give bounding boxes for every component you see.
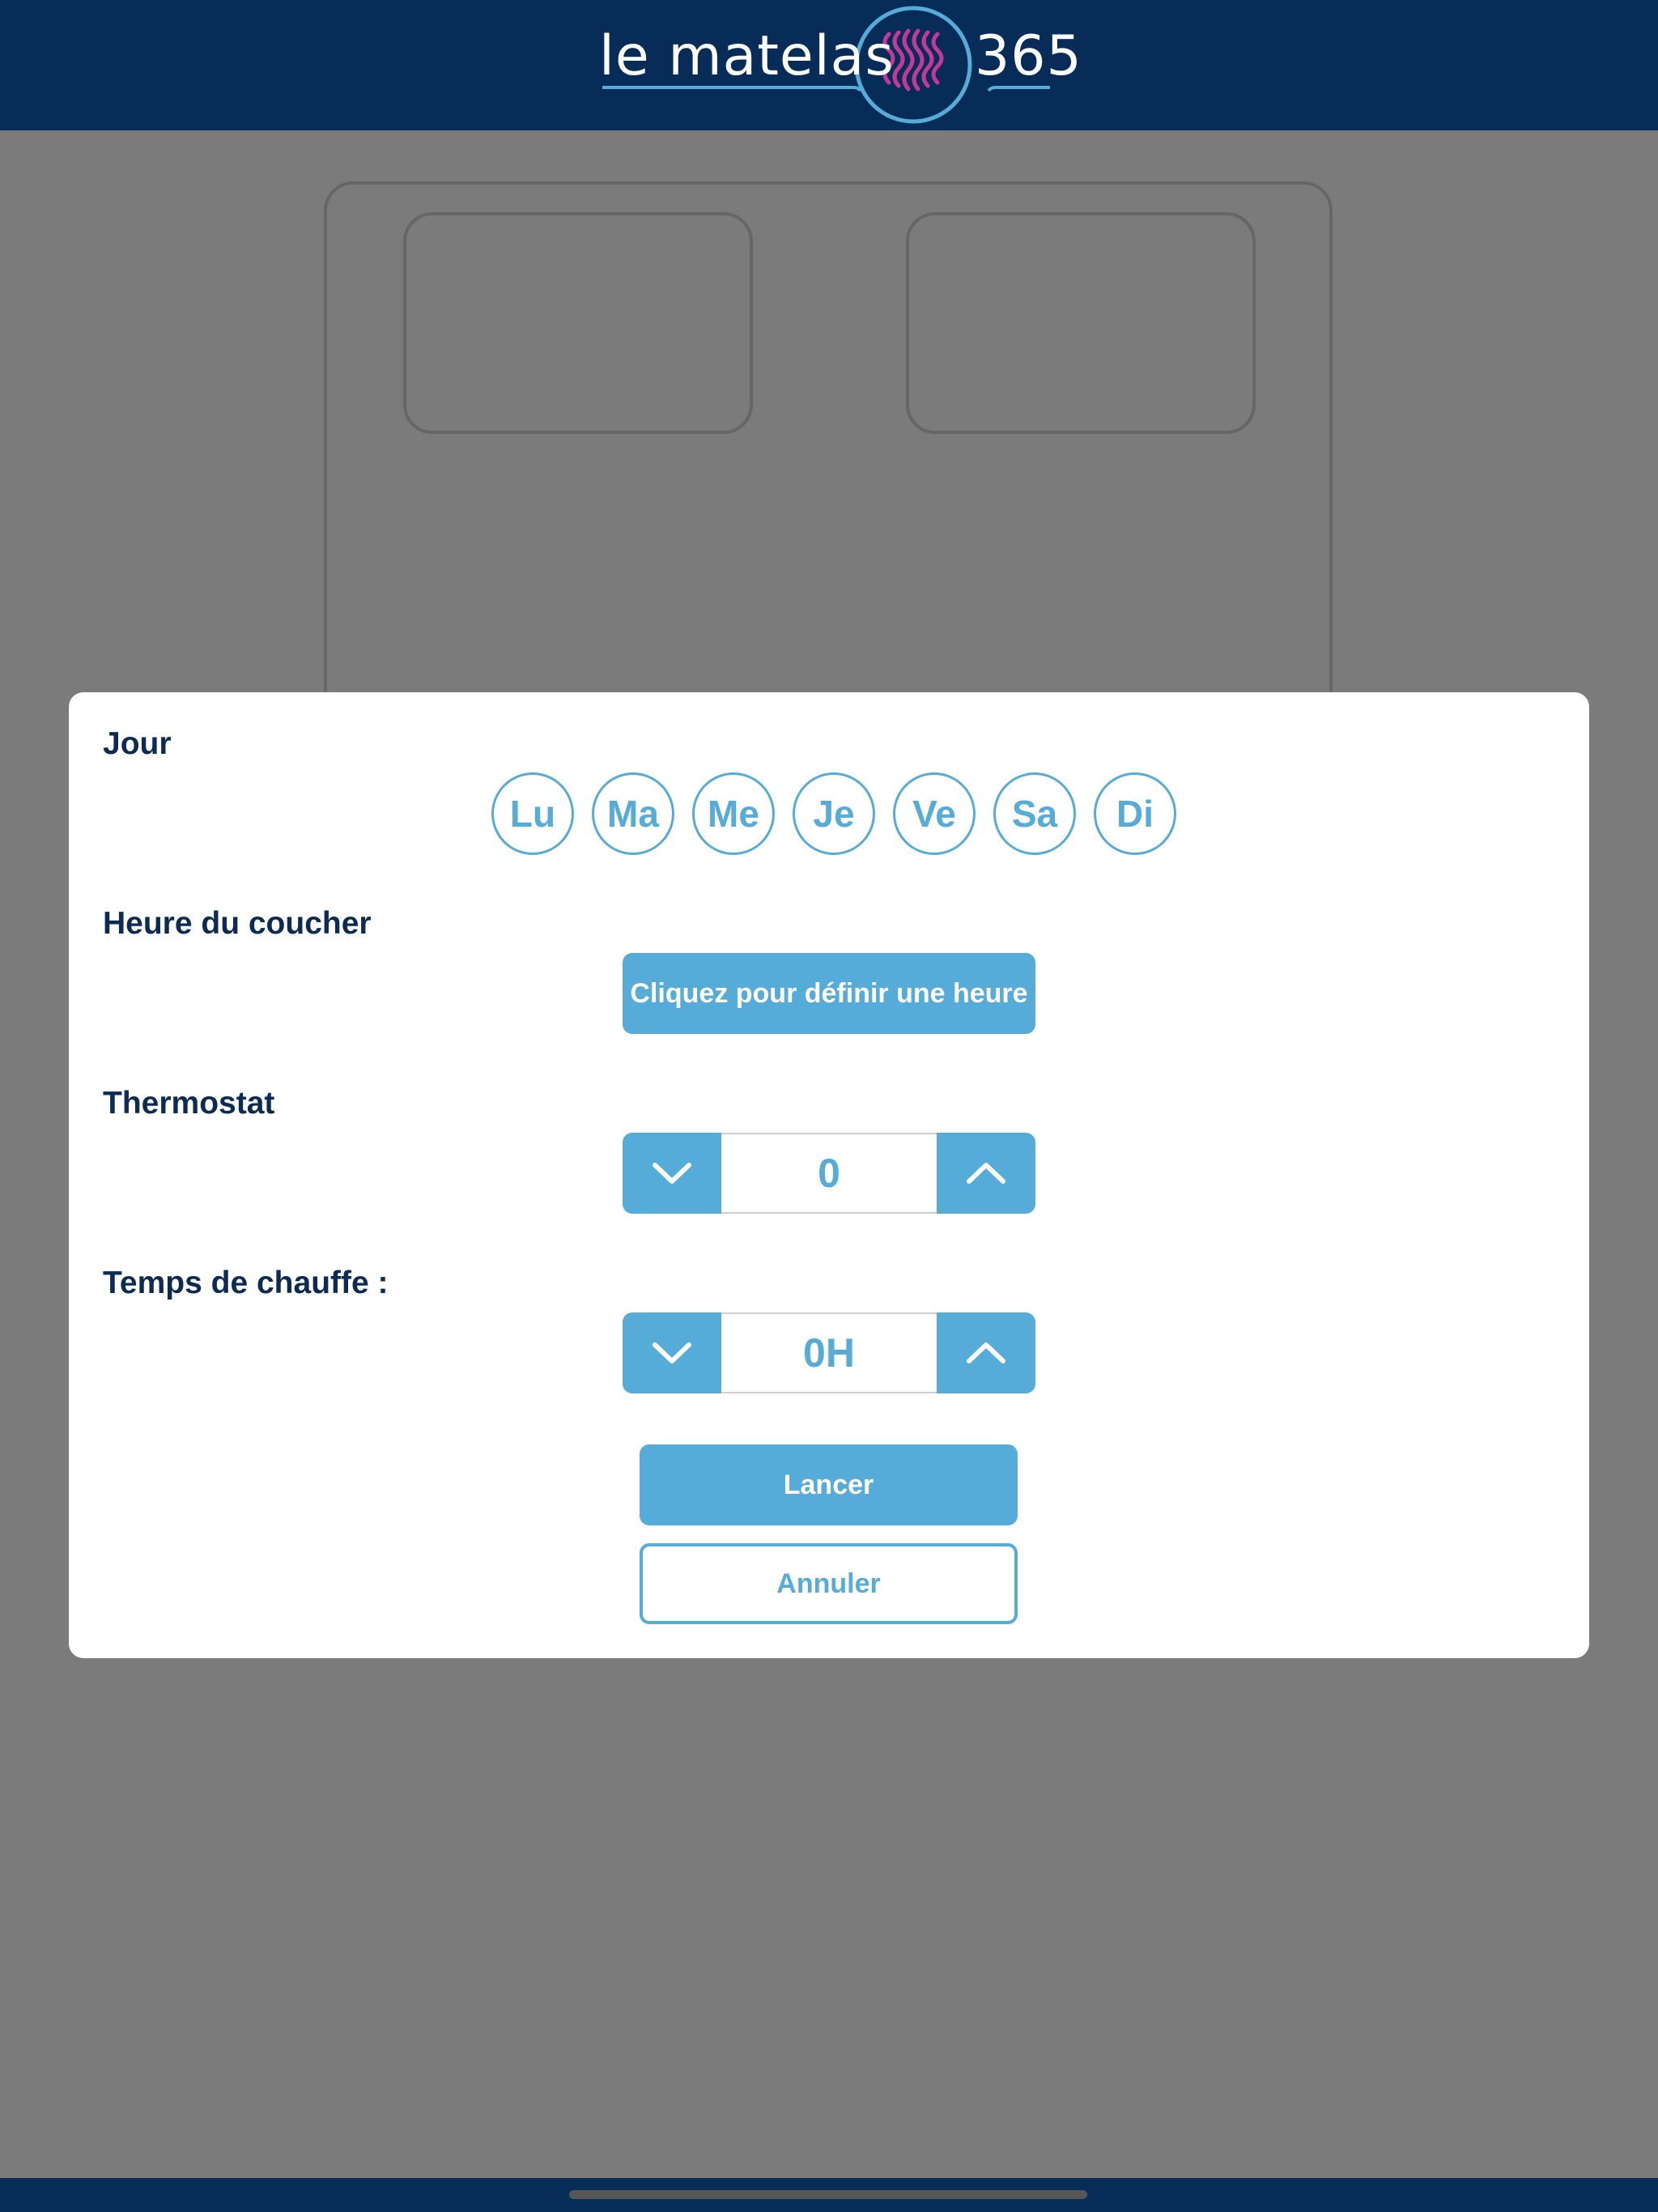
day-button-monday[interactable]: Lu	[491, 772, 574, 855]
day-section-label: Jour	[103, 726, 172, 761]
thermostat-value: 0	[721, 1133, 937, 1214]
logo-text-left: le matelas	[599, 24, 895, 88]
day-selector: Lu Ma Me Je Ve Sa Di	[491, 772, 1176, 855]
chevron-down-icon	[653, 1163, 691, 1184]
app-header: le matelas 365	[0, 0, 1658, 130]
logo-text-right: 365	[975, 24, 1082, 88]
pillow-left	[403, 212, 753, 434]
chevron-down-icon	[653, 1342, 691, 1363]
thermostat-label: Thermostat	[103, 1086, 275, 1121]
heating-time-label: Temps de chauffe :	[103, 1266, 389, 1300]
heating-time-decrement-button[interactable]	[623, 1312, 721, 1393]
day-button-wednesday[interactable]: Me	[692, 772, 775, 855]
schedule-modal: Jour Lu Ma Me Je Ve Sa Di Heure du couch…	[69, 692, 1589, 1658]
home-indicator[interactable]	[569, 2190, 1087, 2199]
thermostat-stepper: 0	[623, 1133, 1035, 1214]
chevron-up-icon	[967, 1163, 1005, 1184]
heating-time-increment-button[interactable]	[937, 1312, 1035, 1393]
thermostat-decrement-button[interactable]	[623, 1133, 721, 1214]
set-bedtime-button[interactable]: Cliquez pour définir une heure	[623, 953, 1035, 1034]
cancel-button[interactable]: Annuler	[640, 1543, 1018, 1624]
launch-button[interactable]: Lancer	[640, 1444, 1018, 1525]
thermostat-increment-button[interactable]	[937, 1133, 1035, 1214]
pillow-right	[906, 212, 1256, 434]
chevron-up-icon	[967, 1342, 1005, 1363]
brand-logo: le matelas 365	[591, 0, 1082, 130]
day-button-saturday[interactable]: Sa	[993, 772, 1076, 855]
bedtime-label: Heure du coucher	[103, 906, 372, 941]
day-button-tuesday[interactable]: Ma	[592, 772, 674, 855]
heating-time-value: 0H	[721, 1312, 937, 1393]
day-button-thursday[interactable]: Je	[793, 772, 875, 855]
app-footer	[0, 2178, 1658, 2212]
day-button-sunday[interactable]: Di	[1094, 772, 1176, 855]
day-button-friday[interactable]: Ve	[893, 772, 976, 855]
heating-time-stepper: 0H	[623, 1312, 1035, 1393]
